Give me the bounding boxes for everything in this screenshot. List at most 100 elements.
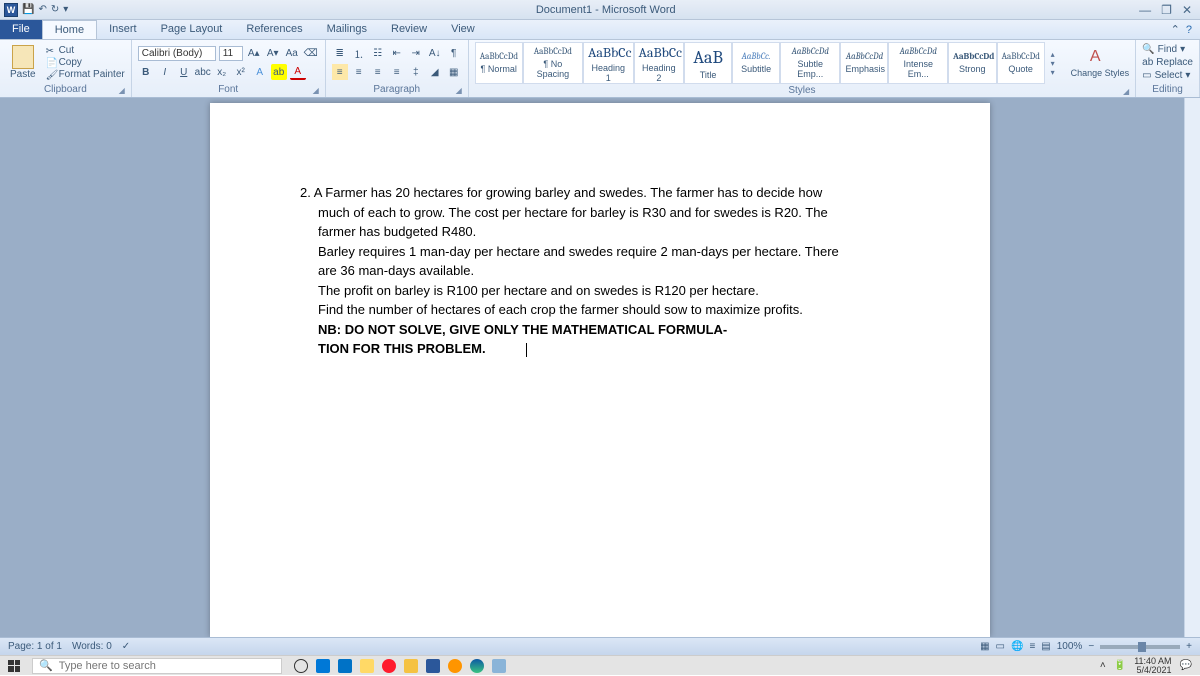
help-icon[interactable]: ? [1186, 24, 1192, 36]
word-count[interactable]: Words: 0 [72, 641, 112, 652]
file-explorer-icon[interactable] [404, 659, 418, 673]
spellcheck-icon[interactable]: ✓ [122, 641, 130, 652]
gallery-up-icon[interactable]: ▴ [1051, 50, 1065, 59]
tab-file[interactable]: File [0, 20, 42, 39]
paste-button[interactable]: Paste [6, 43, 40, 82]
underline-button[interactable]: U [176, 64, 192, 80]
change-case-button[interactable]: Aa [284, 45, 300, 61]
font-color-button[interactable]: A [290, 64, 306, 80]
bullets-button[interactable]: ≣ [332, 45, 348, 61]
tray-up-icon[interactable]: ˄ [1100, 660, 1106, 671]
style-item-quote[interactable]: AaBbCcDdQuote [997, 42, 1045, 84]
grow-font-button[interactable]: A▴ [246, 45, 262, 61]
save-icon[interactable]: 💾 [22, 4, 34, 15]
strikethrough-button[interactable]: abc [195, 64, 211, 80]
tab-references[interactable]: References [234, 20, 314, 39]
minimize-button[interactable]: — [1139, 3, 1151, 17]
multilevel-button[interactable]: ☷ [370, 45, 386, 61]
opera-icon[interactable] [382, 659, 396, 673]
mail-icon[interactable] [338, 659, 352, 673]
style-item-strong[interactable]: AaBbCcDdStrong [948, 42, 997, 84]
view-outline-icon[interactable]: ≡ [1029, 641, 1035, 652]
view-draft-icon[interactable]: ▤ [1041, 641, 1050, 652]
notifications-icon[interactable]: 💬 [1180, 660, 1192, 671]
view-web-icon[interactable]: 🌐 [1011, 641, 1023, 652]
tab-view[interactable]: View [439, 20, 487, 39]
page[interactable]: 2. A Farmer has 20 hectares for growing … [210, 103, 990, 637]
edge-icon[interactable] [470, 659, 484, 673]
dialog-launcher-icon[interactable]: ◢ [456, 86, 462, 95]
decrease-indent-button[interactable]: ⇤ [389, 45, 405, 61]
superscript-button[interactable]: x² [233, 64, 249, 80]
text-effects-button[interactable]: A [252, 64, 268, 80]
clock[interactable]: 11:40 AM 5/4/2021 [1134, 657, 1171, 675]
gallery-down-icon[interactable]: ▾ [1051, 59, 1065, 68]
redo-icon[interactable]: ↻ [51, 4, 59, 15]
zoom-slider[interactable] [1100, 645, 1180, 649]
gallery-more-icon[interactable]: ▾ [1051, 68, 1065, 77]
firefox-icon[interactable] [448, 659, 462, 673]
cortana-icon[interactable] [294, 659, 308, 673]
close-button[interactable]: ✕ [1182, 3, 1192, 17]
dialog-launcher-icon[interactable]: ◢ [1123, 87, 1129, 96]
replace-button[interactable]: abReplace [1142, 57, 1193, 68]
style-item-subtitle[interactable]: AaBbCc.Subtitle [732, 42, 780, 84]
justify-button[interactable]: ≡ [389, 64, 405, 80]
subscript-button[interactable]: x₂ [214, 64, 230, 80]
store-icon[interactable] [316, 659, 330, 673]
change-styles-button[interactable]: A Change Styles [1071, 48, 1130, 78]
tab-review[interactable]: Review [379, 20, 439, 39]
cut-button[interactable]: ✂Cut [46, 45, 125, 56]
vertical-scrollbar[interactable] [1184, 98, 1200, 637]
format-painter-button[interactable]: 🖌Format Painter [46, 69, 125, 80]
tab-page-layout[interactable]: Page Layout [149, 20, 235, 39]
tab-insert[interactable]: Insert [97, 20, 149, 39]
clear-formatting-button[interactable]: ⌫ [303, 45, 319, 61]
dialog-launcher-icon[interactable]: ◢ [119, 86, 125, 95]
font-size-select[interactable]: 11 [219, 46, 243, 61]
undo-icon[interactable]: ↶ [38, 4, 46, 15]
select-button[interactable]: ▭Select ▾ [1142, 70, 1193, 81]
font-name-select[interactable]: Calibri (Body) [138, 46, 216, 61]
styles-gallery[interactable]: AaBbCcDd¶ NormalAaBbCcDd¶ No SpacingAaBb… [475, 42, 1045, 84]
minimize-ribbon-icon[interactable]: ⌃ [1171, 23, 1180, 36]
style-item-emphasis[interactable]: AaBbCcDdEmphasis [840, 42, 888, 84]
style-item-heading-2[interactable]: AaBbCcHeading 2 [634, 42, 685, 84]
highlight-button[interactable]: ab [271, 64, 287, 80]
word-taskbar-icon[interactable] [426, 659, 440, 673]
numbering-button[interactable]: ⒈ [351, 45, 367, 61]
page-indicator[interactable]: Page: 1 of 1 [8, 641, 62, 652]
find-button[interactable]: 🔍Find ▾ [1142, 44, 1193, 55]
style-item-intense-em-[interactable]: AaBbCcDdIntense Em... [888, 42, 947, 84]
tab-home[interactable]: Home [42, 20, 97, 39]
align-center-button[interactable]: ≡ [351, 64, 367, 80]
align-left-button[interactable]: ≡ [332, 64, 348, 80]
tab-mailings[interactable]: Mailings [315, 20, 379, 39]
bold-button[interactable]: B [138, 64, 154, 80]
dialog-launcher-icon[interactable]: ◢ [313, 86, 319, 95]
view-full-screen-icon[interactable]: ▭ [996, 641, 1005, 652]
start-button[interactable] [0, 656, 28, 676]
qat-more-icon[interactable]: ▾ [63, 4, 68, 15]
show-marks-button[interactable]: ¶ [446, 45, 462, 61]
style-item--no-spacing[interactable]: AaBbCcDd¶ No Spacing [523, 42, 583, 84]
zoom-level[interactable]: 100% [1057, 641, 1083, 652]
app-icon[interactable] [492, 659, 506, 673]
increase-indent-button[interactable]: ⇥ [408, 45, 424, 61]
zoom-in-button[interactable]: + [1186, 641, 1192, 652]
maximize-button[interactable]: ❐ [1161, 3, 1172, 17]
style-item-heading-1[interactable]: AaBbCcHeading 1 [583, 42, 634, 84]
explorer-icon[interactable] [360, 659, 374, 673]
view-print-layout-icon[interactable]: ▦ [980, 641, 989, 652]
borders-button[interactable]: ▦ [446, 64, 462, 80]
style-item--normal[interactable]: AaBbCcDd¶ Normal [475, 42, 523, 84]
battery-icon[interactable]: 🔋 [1114, 660, 1126, 671]
style-item-subtle-emp-[interactable]: AaBbCcDdSubtle Emp... [780, 42, 840, 84]
copy-button[interactable]: 📄Copy [46, 57, 125, 68]
shrink-font-button[interactable]: A▾ [265, 45, 281, 61]
align-right-button[interactable]: ≡ [370, 64, 386, 80]
shading-button[interactable]: ◢ [427, 64, 443, 80]
sort-button[interactable]: A↓ [427, 45, 443, 61]
style-item-title[interactable]: AaBTitle [684, 42, 732, 84]
document-area[interactable]: 2. A Farmer has 20 hectares for growing … [0, 98, 1200, 637]
